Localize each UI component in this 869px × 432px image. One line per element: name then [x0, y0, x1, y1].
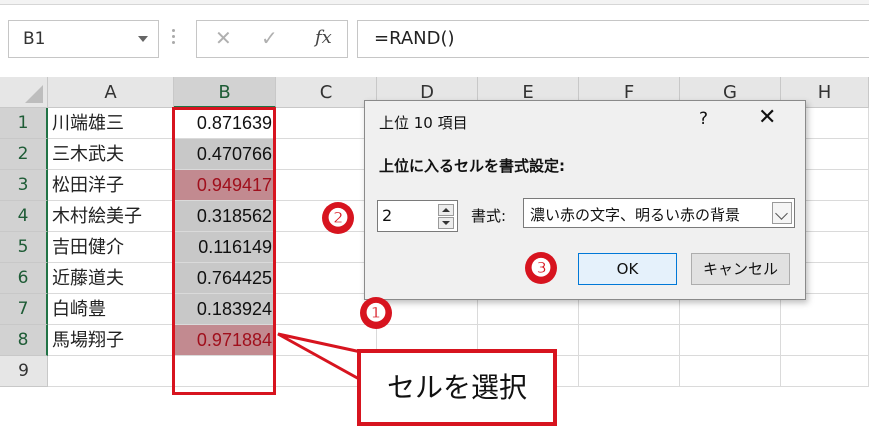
cancel-button[interactable]: キャンセル: [691, 253, 790, 285]
row-header-3[interactable]: 3: [0, 170, 48, 201]
cell-a1[interactable]: 川端雄三: [48, 108, 174, 139]
ribbon-edge: [0, 0, 869, 5]
selection-highlight-box: [172, 107, 276, 395]
row-header-6[interactable]: 6: [0, 263, 48, 294]
column-header-a[interactable]: A: [48, 77, 174, 108]
row-header-5[interactable]: 5: [0, 232, 48, 263]
column-header-b[interactable]: B: [174, 77, 276, 108]
formula-buttons: ✕ ✓ fx: [196, 20, 348, 58]
cell-a6[interactable]: 近藤道夫: [48, 263, 174, 294]
cell-c5[interactable]: [276, 232, 377, 263]
cell-h8[interactable]: [781, 325, 869, 356]
callout-text: セルを選択: [386, 371, 527, 404]
count-spinner[interactable]: 2: [377, 200, 458, 232]
chevron-down-icon[interactable]: [138, 36, 148, 42]
cell-g8[interactable]: [680, 325, 781, 356]
insert-function-icon[interactable]: fx: [315, 27, 332, 48]
formula-bar-area: B1 ✕ ✓ fx =RAND(): [0, 0, 869, 72]
format-label: 書式:: [471, 207, 507, 225]
count-value[interactable]: 2: [382, 206, 392, 225]
row-header-1[interactable]: 1: [0, 108, 48, 139]
dialog-title: 上位 10 項目: [379, 114, 468, 132]
cell-c6[interactable]: [276, 263, 377, 294]
cell-f8[interactable]: [579, 325, 680, 356]
formula-bar-splitter[interactable]: [168, 27, 178, 49]
cell-c1[interactable]: [276, 108, 377, 139]
top10-dialog: 上位 10 項目 ? ✕ 上位に入るセルを書式設定: 2 書式: 濃い赤の文字、…: [364, 100, 806, 300]
callout-box: セルを選択: [357, 349, 557, 426]
cell-a5[interactable]: 吉田健介: [48, 232, 174, 263]
name-box[interactable]: B1: [8, 20, 159, 58]
cell-f9[interactable]: [579, 356, 680, 387]
spin-down-icon[interactable]: [438, 217, 454, 229]
step3-badge: ❸: [525, 252, 557, 284]
confirm-entry-icon[interactable]: ✓: [261, 26, 278, 50]
cell-a9[interactable]: [48, 356, 174, 387]
spin-up-icon[interactable]: [438, 204, 454, 216]
step1-badge: ❶: [360, 297, 392, 329]
name-box-value: B1: [23, 29, 46, 49]
column-header-c[interactable]: C: [276, 77, 377, 108]
cell-a4[interactable]: 木村絵美子: [48, 201, 174, 232]
chevron-down-icon[interactable]: [772, 202, 792, 224]
cell-a8[interactable]: 馬場翔子: [48, 325, 174, 356]
close-icon[interactable]: ✕: [758, 105, 776, 130]
cell-a3[interactable]: 松田洋子: [48, 170, 174, 201]
row-header-8[interactable]: 8: [0, 325, 48, 356]
format-dropdown[interactable]: 濃い赤の文字、明るい赤の背景: [523, 198, 795, 228]
row-header-2[interactable]: 2: [0, 139, 48, 170]
row-header-4[interactable]: 4: [0, 201, 48, 232]
cell-c3[interactable]: [276, 170, 377, 201]
help-button[interactable]: ?: [699, 109, 708, 129]
cancel-entry-icon[interactable]: ✕: [215, 26, 232, 50]
cell-a2[interactable]: 三木武夫: [48, 139, 174, 170]
cell-g9[interactable]: [680, 356, 781, 387]
cell-a7[interactable]: 白崎豊: [48, 294, 174, 325]
cell-h9[interactable]: [781, 356, 869, 387]
step2-badge: ❷: [322, 202, 354, 234]
select-all-corner[interactable]: [0, 77, 48, 108]
formula-input[interactable]: =RAND(): [357, 20, 869, 58]
row-header-9[interactable]: 9: [0, 356, 48, 387]
formula-text: =RAND(): [374, 28, 455, 49]
dialog-prompt: 上位に入るセルを書式設定:: [379, 157, 565, 175]
cell-c2[interactable]: [276, 139, 377, 170]
ok-button[interactable]: OK: [578, 253, 677, 285]
row-header-7[interactable]: 7: [0, 294, 48, 325]
format-dropdown-value: 濃い赤の文字、明るい赤の背景: [530, 206, 741, 224]
